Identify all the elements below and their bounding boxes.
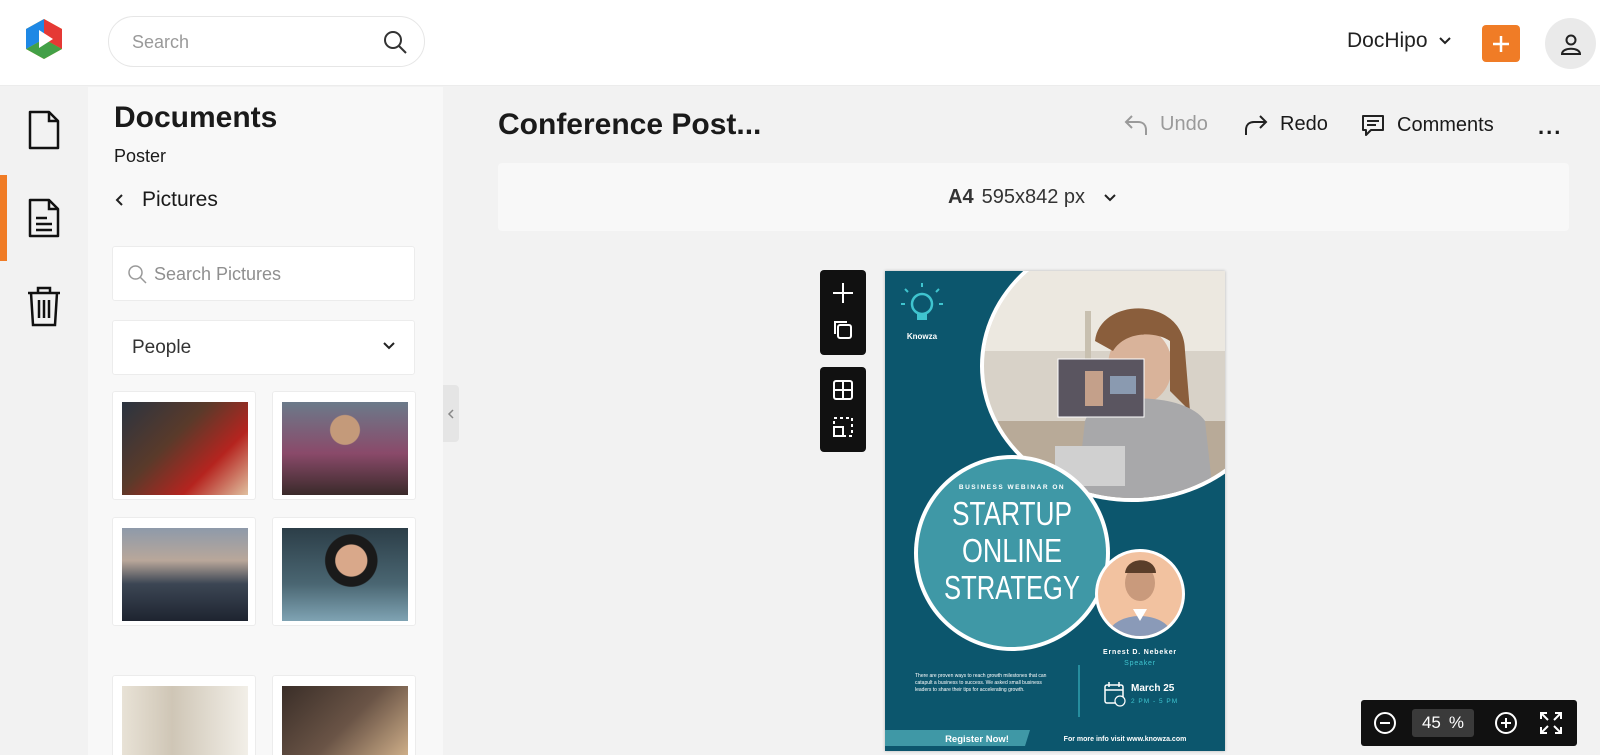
fullscreen-icon[interactable] <box>1539 711 1563 735</box>
picture-thumbnail[interactable] <box>272 391 416 500</box>
redo-button[interactable]: Redo <box>1244 113 1328 136</box>
zoom-in-icon[interactable] <box>1494 711 1518 735</box>
couple-laptop-image <box>122 402 248 495</box>
chevron-down-icon <box>1104 193 1116 201</box>
grid-icon[interactable] <box>832 379 854 401</box>
rail-item-trash[interactable] <box>0 263 88 349</box>
zoom-value: 45 <box>1421 713 1441 732</box>
zoom-level[interactable]: 45 % <box>1412 709 1474 737</box>
dochipo-logo-icon[interactable] <box>22 17 66 61</box>
page-size-name: A4 <box>948 186 974 208</box>
poster-headline-1: STARTUP <box>952 495 1072 532</box>
page-tools-group-2 <box>820 367 866 452</box>
poster-body: There are proven ways to reach growth mi… <box>915 673 1047 693</box>
create-new-button[interactable] <box>1482 25 1520 62</box>
picture-thumbnail[interactable] <box>272 675 416 755</box>
event-date: March 25 <box>1131 683 1175 694</box>
chevron-left-icon <box>115 194 123 206</box>
panel-subtitle: Poster <box>114 146 167 166</box>
poster-brand: Knowza <box>907 332 938 341</box>
speaker-role: Speaker <box>1124 660 1156 667</box>
speaker-name: Ernest D. Nebeker <box>1103 649 1177 656</box>
poster-headline-2: ONLINE <box>962 532 1062 569</box>
panel-title: Documents <box>114 101 278 134</box>
page-size-dropdown[interactable]: A4 595x842 px <box>948 186 1117 209</box>
picture-search-placeholder: Search Pictures <box>154 264 282 284</box>
zoom-controls: 45 % <box>1361 700 1577 746</box>
more-options-button[interactable]: ... <box>1538 114 1562 140</box>
resize-icon[interactable] <box>832 416 854 438</box>
undo-icon <box>1124 114 1147 135</box>
page-tools-group-1 <box>820 270 866 355</box>
file-text-icon <box>28 198 60 238</box>
picture-search-input[interactable]: Search Pictures <box>112 246 415 301</box>
team-name: DocHipo <box>1347 29 1428 52</box>
page-size-dims: 595x842 px <box>981 186 1085 208</box>
top-bar: Search DocHipo <box>0 0 1600 86</box>
register-cta: Register Now! <box>945 734 1009 745</box>
team-dropdown[interactable]: DocHipo <box>1347 29 1452 53</box>
global-search[interactable]: Search <box>108 16 425 67</box>
woman-desk-image <box>282 686 408 755</box>
document-title[interactable]: Conference Post... <box>498 108 761 142</box>
category-select[interactable]: People <box>112 320 415 375</box>
more-info-text: For more info visit www.knowza.com <box>1064 736 1187 743</box>
document-icon <box>28 110 60 150</box>
curly-child-image <box>282 528 408 621</box>
user-icon <box>1560 34 1581 55</box>
event-time: 2 PM - 5 PM <box>1131 698 1178 705</box>
zoom-out-icon[interactable] <box>1373 711 1397 735</box>
comments-label: Comments <box>1397 113 1494 136</box>
picture-thumbnail[interactable] <box>112 391 256 500</box>
undo-label: Undo <box>1160 113 1208 135</box>
poster-canvas[interactable]: Knowza BUSINESS WEBINAR ON STARTUP ONLIN… <box>885 271 1225 751</box>
picture-thumbnail[interactable] <box>112 517 256 626</box>
redo-label: Redo <box>1280 113 1328 135</box>
picture-thumbnail[interactable] <box>272 517 416 626</box>
trash-icon <box>28 286 60 327</box>
city-skyline-image <box>122 528 248 621</box>
search-placeholder: Search <box>132 32 190 52</box>
comments-icon <box>1362 115 1384 136</box>
chevron-down-icon <box>383 342 395 350</box>
documents-panel: Documents Poster Pictures Search Picture… <box>88 87 443 755</box>
back-to-pictures-button[interactable]: Pictures <box>114 188 218 212</box>
page-size-bar: A4 595x842 px <box>498 163 1569 231</box>
chevron-down-icon <box>1438 37 1451 45</box>
back-label: Pictures <box>142 188 218 211</box>
search-icon <box>128 265 147 284</box>
category-value: People <box>132 337 192 358</box>
rail-item-documents[interactable] <box>0 175 88 261</box>
account-button[interactable] <box>1545 18 1596 69</box>
undo-button[interactable]: Undo <box>1124 113 1208 136</box>
zoom-unit: % <box>1448 713 1465 732</box>
search-icon[interactable] <box>382 29 408 55</box>
comments-button[interactable]: Comments <box>1361 113 1494 137</box>
duplicate-page-icon[interactable] <box>832 319 854 341</box>
poster-artwork: Knowza BUSINESS WEBINAR ON STARTUP ONLIN… <box>885 271 1225 751</box>
poster-headline-3: STRATEGY <box>944 569 1080 606</box>
man-scarf-image <box>282 402 408 495</box>
picture-thumbnail[interactable] <box>112 675 256 755</box>
plus-icon <box>1493 35 1509 52</box>
collapse-panel-handle[interactable] <box>443 385 459 442</box>
poster-kicker: BUSINESS WEBINAR ON <box>959 484 1065 491</box>
man-office-image <box>122 686 248 755</box>
chevron-left-icon <box>447 408 454 419</box>
left-rail <box>0 87 88 755</box>
rail-item-new-document[interactable] <box>0 87 88 173</box>
add-page-icon[interactable] <box>831 281 855 305</box>
redo-icon <box>1245 114 1268 135</box>
